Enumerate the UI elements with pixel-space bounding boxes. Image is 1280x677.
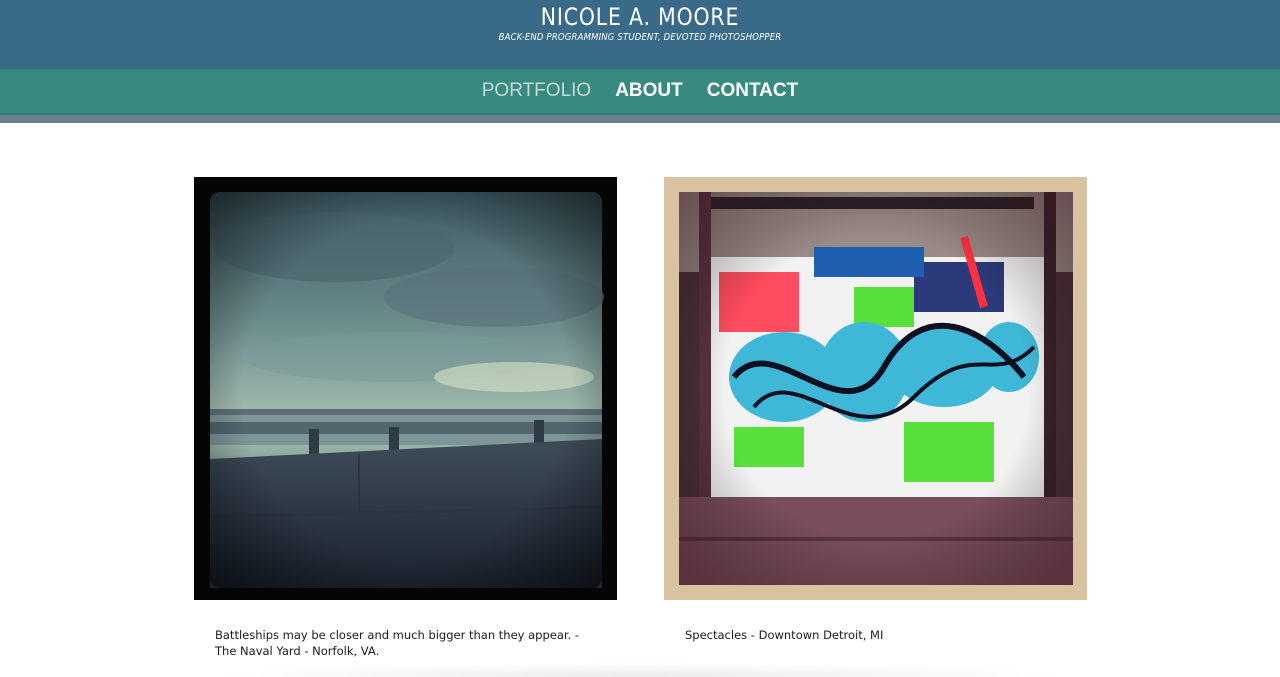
- nav-item-portfolio: PORTFOLIO: [482, 80, 591, 102]
- nav-link-contact[interactable]: CONTACT: [707, 80, 798, 101]
- nav-list: PORTFOLIO ABOUT CONTACT: [0, 69, 1280, 113]
- photo-sky-railing-image: [194, 177, 617, 600]
- photo-caption: Battleships may be closer and much bigge…: [215, 628, 580, 658]
- photo-caption: Spectacles - Downtown Detroit, MI: [685, 628, 884, 642]
- site-header: NICOLE A. MOORE BACK-END PROGRAMMING STU…: [0, 0, 1280, 69]
- site-tagline: BACK-END PROGRAMMING STUDENT, DEVOTED PH…: [498, 32, 782, 43]
- nav-link-about[interactable]: ABOUT: [615, 80, 683, 101]
- photo-graffiti-mural-image: [664, 177, 1087, 600]
- nav-link-portfolio[interactable]: PORTFOLIO: [482, 80, 591, 101]
- nav-item-about: ABOUT: [615, 80, 683, 102]
- nav-divider-stripe: [0, 115, 1280, 123]
- nav-item-contact: CONTACT: [707, 80, 798, 102]
- site-title[interactable]: NICOLE A. MOORE: [96, 3, 1184, 31]
- photo-graffiti-mural[interactable]: [664, 177, 1087, 600]
- main-nav: PORTFOLIO ABOUT CONTACT: [0, 69, 1280, 115]
- photo-sky-railing[interactable]: [194, 177, 617, 600]
- photo-card: Spectacles - Downtown Detroit, MI: [664, 177, 1087, 642]
- portfolio-gallery: Battleships may be closer and much bigge…: [194, 177, 1087, 677]
- photo-card: Battleships may be closer and much bigge…: [194, 177, 617, 658]
- content-bottom-shadow: [200, 662, 1080, 677]
